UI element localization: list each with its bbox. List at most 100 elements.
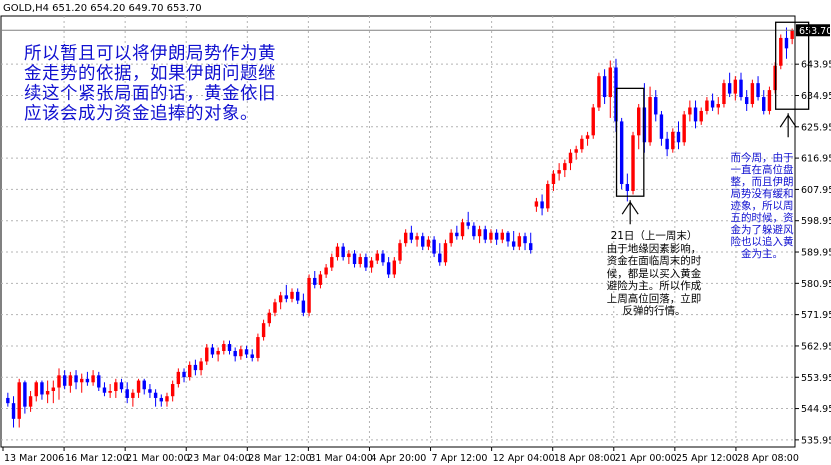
candle-body xyxy=(51,387,56,391)
candle-body xyxy=(648,97,652,143)
candle-body xyxy=(608,67,612,98)
candle-body xyxy=(97,375,101,388)
candle-body xyxy=(193,364,198,371)
candle-body xyxy=(267,312,271,324)
candle-body xyxy=(443,243,448,263)
candle-body xyxy=(40,382,44,395)
candle-body xyxy=(142,380,146,390)
candle-body xyxy=(227,344,232,351)
candle-body xyxy=(233,350,237,357)
y-tick-label: 598.95 xyxy=(801,216,831,227)
candle-body xyxy=(739,79,743,98)
candle-body xyxy=(108,390,112,393)
candle-body xyxy=(472,225,476,237)
y-tick-label: 643.95 xyxy=(801,60,831,71)
candle-body xyxy=(784,37,789,49)
candle-body xyxy=(455,232,459,237)
candle-body xyxy=(45,390,50,395)
candle-body xyxy=(619,121,624,185)
x-tick-label: 28 Apr 08:00 xyxy=(737,453,799,464)
candle-body xyxy=(131,392,135,398)
candle-body xyxy=(136,380,141,393)
candle-body xyxy=(68,375,73,386)
candle-body xyxy=(449,232,453,244)
candle-body xyxy=(74,375,78,383)
y-tick-label: 625.95 xyxy=(801,122,831,133)
candle-body xyxy=(767,90,772,111)
candle-body xyxy=(460,222,465,237)
candle-body xyxy=(727,83,732,94)
candle-body xyxy=(477,229,482,237)
candle-body xyxy=(284,295,289,299)
candle-body xyxy=(676,131,681,143)
chart-window: 643.95 634.95 625.95 616.95 607.95 598.95 589.… xyxy=(0,0,831,465)
candle-body xyxy=(403,232,408,244)
candle-body xyxy=(159,397,163,402)
candle-body xyxy=(392,260,397,275)
candle-body xyxy=(693,107,698,122)
candle-body xyxy=(119,382,124,390)
candle-body xyxy=(199,361,203,371)
candle-body xyxy=(85,378,90,383)
candle-body xyxy=(671,131,675,150)
candle-body xyxy=(597,76,601,108)
candle-body xyxy=(574,149,578,153)
candle-body xyxy=(551,173,556,185)
candle-body xyxy=(250,354,254,358)
candle-body xyxy=(80,378,84,383)
candle-body xyxy=(790,30,794,39)
candle-body xyxy=(57,375,61,388)
y-tick-label: 616.95 xyxy=(801,154,831,165)
y-tick-label: 562.95 xyxy=(801,341,831,352)
candle-body xyxy=(585,135,590,139)
candle-body xyxy=(625,184,630,191)
candle-body xyxy=(125,389,129,398)
candle-body xyxy=(352,253,357,265)
candle-body xyxy=(540,201,544,209)
chart-header: GOLD,H4 651.20 654.20 649.70 653.70 xyxy=(3,3,202,14)
arrow-up-right xyxy=(779,113,797,138)
candle-body xyxy=(529,243,533,251)
candle-body xyxy=(682,114,686,143)
candle-body xyxy=(244,349,249,355)
candle-body xyxy=(301,300,306,313)
candle-body xyxy=(335,246,340,258)
x-tick-label: 28 Mar 12:00 xyxy=(248,453,311,464)
candle-body xyxy=(710,100,715,108)
x-tick-label: 4 Apr 20:00 xyxy=(370,453,426,464)
x-tick-label: 23 Mar 04:00 xyxy=(187,453,250,464)
candle-body xyxy=(216,350,220,355)
candle-body xyxy=(313,277,317,285)
candle-body xyxy=(239,349,243,357)
candle-body xyxy=(347,253,351,258)
ohlc-readout: 651.20 654.20 649.70 653.70 xyxy=(52,3,202,14)
candle-body xyxy=(483,229,487,240)
candle-body xyxy=(733,79,738,94)
candle-body xyxy=(631,135,635,191)
candle-body xyxy=(91,375,95,383)
x-tick-label: 7 Apr 12:00 xyxy=(432,453,488,464)
candle-body xyxy=(744,97,749,105)
candle-body xyxy=(114,382,118,391)
candle-body xyxy=(534,201,539,207)
candle-body xyxy=(318,274,323,285)
y-tick-label: 634.95 xyxy=(801,91,831,102)
candle-body xyxy=(176,371,181,385)
x-tick-label: 25 Apr 12:00 xyxy=(676,453,738,464)
candle-body xyxy=(28,396,33,407)
arrow-up-mid xyxy=(621,200,639,225)
candle-body xyxy=(256,337,260,358)
candle-body xyxy=(62,375,67,386)
x-tick-label: 13 Mar 2006 xyxy=(4,453,64,464)
candle-body xyxy=(6,397,10,404)
candle-body xyxy=(205,347,209,362)
candle-body xyxy=(426,239,431,247)
candle-body xyxy=(341,246,345,258)
candle-body xyxy=(11,403,16,419)
candle-body xyxy=(295,291,300,301)
candle-body xyxy=(398,243,402,261)
y-tick-label: 544.95 xyxy=(801,404,831,415)
candle-body xyxy=(102,387,107,393)
x-tick-label: 18 Apr 08:00 xyxy=(554,453,616,464)
candle-body xyxy=(369,260,374,268)
